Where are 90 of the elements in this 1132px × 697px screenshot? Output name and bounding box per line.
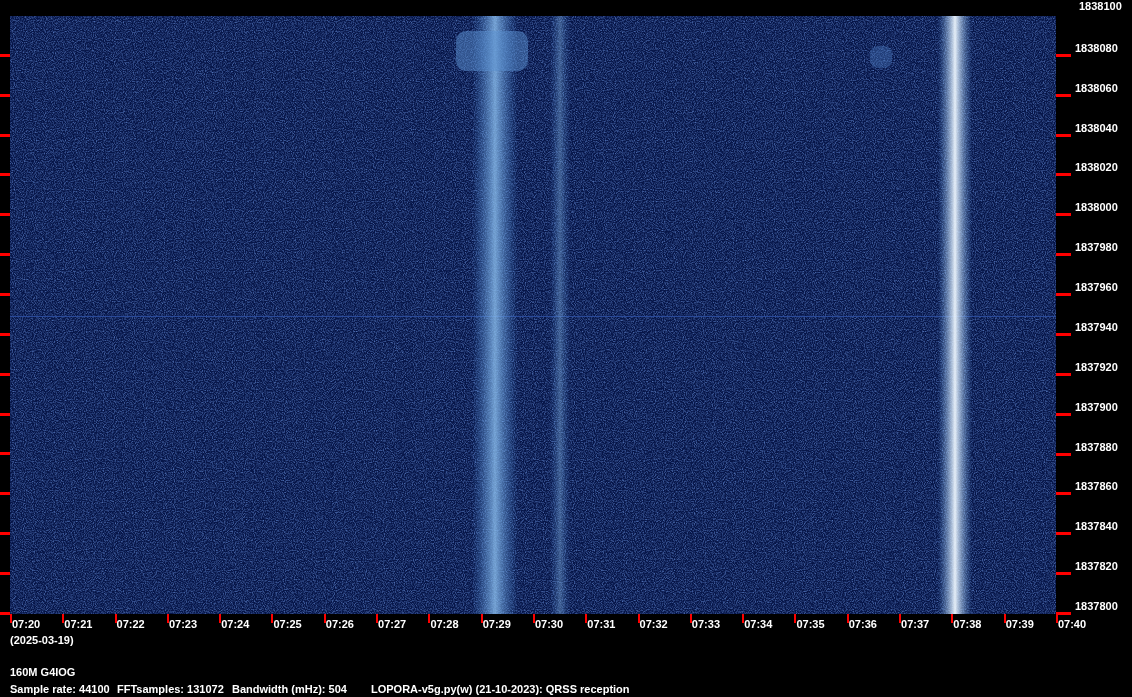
frequency-label: 1837800 bbox=[1075, 600, 1118, 614]
frequency-label: 1838060 bbox=[1075, 81, 1118, 95]
axis-tick bbox=[271, 614, 274, 623]
time-label: 07:24 bbox=[221, 618, 250, 631]
frequency-label: 1837860 bbox=[1075, 480, 1118, 494]
axis-tick bbox=[1056, 332, 1071, 336]
info-text: Sample rate: 44100 bbox=[10, 683, 111, 696]
time-label: 07:22 bbox=[116, 618, 145, 631]
axis-tick bbox=[480, 614, 483, 623]
frequency-label: 1837980 bbox=[1075, 241, 1118, 255]
axis-tick bbox=[637, 614, 640, 623]
time-label: 07:40 bbox=[1057, 618, 1087, 631]
time-label: 07:32 bbox=[639, 618, 668, 631]
time-label: 07:29 bbox=[482, 618, 511, 631]
time-label: 07:39 bbox=[1005, 618, 1034, 631]
axis-tick bbox=[0, 133, 10, 137]
axis-tick bbox=[899, 614, 902, 623]
frequency-label: 1837880 bbox=[1075, 440, 1118, 454]
axis-tick bbox=[219, 614, 222, 623]
axis-tick bbox=[1056, 133, 1071, 137]
axis-tick bbox=[585, 614, 588, 623]
axis-tick bbox=[846, 614, 849, 623]
date-label: (2025-03-19) bbox=[9, 634, 75, 647]
axis-tick bbox=[1056, 492, 1071, 496]
info-text: Bandwidth (mHz): 504 bbox=[232, 683, 348, 696]
axis-tick bbox=[0, 372, 10, 376]
frequency-label: 1838000 bbox=[1075, 201, 1118, 215]
frequency-label: 1838040 bbox=[1075, 121, 1118, 135]
time-label: 07:31 bbox=[587, 618, 616, 631]
axis-tick bbox=[1056, 452, 1071, 456]
axis-tick bbox=[0, 412, 10, 416]
axis-tick bbox=[1056, 293, 1071, 297]
time-label: 07:33 bbox=[691, 618, 720, 631]
axis-tick bbox=[166, 614, 169, 623]
axis-tick bbox=[1056, 253, 1071, 257]
frequency-label: 1837920 bbox=[1075, 360, 1118, 374]
axis-tick bbox=[323, 614, 326, 623]
time-label: 07:25 bbox=[273, 618, 302, 631]
axis-tick bbox=[0, 173, 10, 177]
frequency-label: 1838100 bbox=[1079, 0, 1122, 13]
axis-tick bbox=[0, 253, 10, 257]
axis-tick bbox=[62, 614, 65, 623]
axis-tick bbox=[532, 614, 535, 623]
axis-tick bbox=[794, 614, 797, 623]
axis-tick bbox=[0, 532, 10, 536]
time-label: 07:38 bbox=[953, 618, 982, 631]
axis-tick bbox=[376, 614, 379, 623]
axis-tick bbox=[428, 614, 431, 623]
info-text: LOPORA-v5g.py(w) (21-10-2023): QRSS reception bbox=[371, 683, 631, 696]
axis-tick bbox=[1003, 614, 1006, 623]
axis-tick bbox=[0, 93, 10, 97]
frequency-label: 1837820 bbox=[1075, 560, 1118, 574]
axis-tick bbox=[0, 293, 10, 296]
frequency-label: 1838020 bbox=[1075, 161, 1118, 175]
time-label: 07:37 bbox=[901, 618, 930, 631]
axis-tick bbox=[1056, 53, 1071, 57]
axis-tick bbox=[0, 572, 10, 576]
axis-tick bbox=[114, 614, 117, 623]
frequency-label: 1837900 bbox=[1075, 400, 1118, 414]
axis-tick bbox=[0, 452, 10, 456]
time-label: 07:28 bbox=[430, 618, 459, 631]
axis-tick bbox=[1056, 532, 1071, 536]
time-label: 07:36 bbox=[848, 618, 877, 631]
axis-tick bbox=[742, 614, 745, 623]
axis-tick bbox=[1056, 572, 1071, 576]
station-label: 160M G4IOG bbox=[9, 666, 77, 679]
axis-tick bbox=[0, 213, 10, 217]
time-label: 07:35 bbox=[796, 618, 825, 631]
axis-tick bbox=[1056, 372, 1071, 376]
axis-tick bbox=[0, 492, 10, 496]
time-label: 07:34 bbox=[744, 618, 773, 631]
axis-tick bbox=[1056, 93, 1071, 97]
frequency-label: 1837840 bbox=[1075, 520, 1118, 534]
axis-tick bbox=[689, 614, 692, 623]
time-label: 07:23 bbox=[168, 618, 198, 631]
time-label: 07:20 bbox=[12, 618, 41, 631]
time-label: 07:26 bbox=[325, 618, 354, 631]
time-label: 07:21 bbox=[64, 618, 93, 631]
axis-tick bbox=[951, 614, 954, 623]
axis-tick bbox=[0, 53, 10, 57]
axis-tick bbox=[1056, 213, 1071, 217]
time-label: 07:30 bbox=[534, 618, 564, 631]
frequency-label: 1837960 bbox=[1075, 281, 1118, 295]
axis-tick bbox=[1056, 412, 1071, 416]
frequency-label: 1838080 bbox=[1075, 41, 1118, 55]
axis-tick bbox=[1056, 173, 1071, 177]
frequency-label: 1837940 bbox=[1075, 320, 1118, 334]
axis-tick bbox=[0, 332, 10, 336]
info-text: FFTsamples: 131072 bbox=[117, 683, 225, 696]
time-label: 07:27 bbox=[378, 618, 407, 631]
